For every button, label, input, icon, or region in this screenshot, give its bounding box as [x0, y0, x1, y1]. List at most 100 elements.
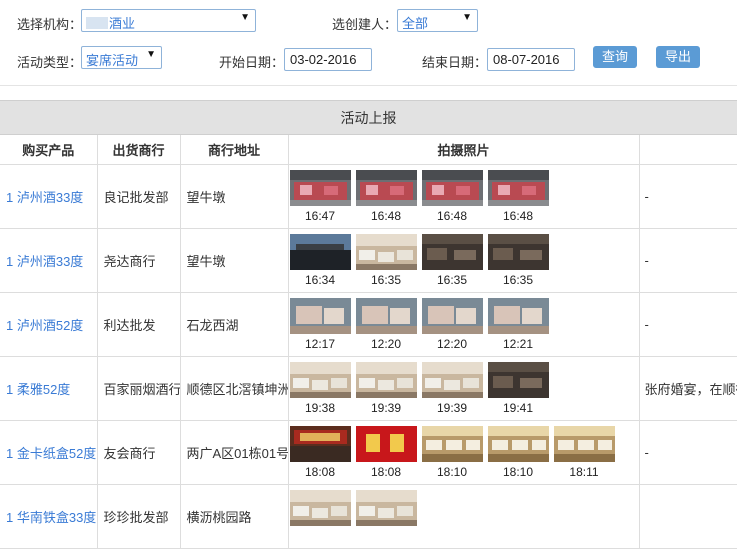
photo-thumbnail[interactable]: 19:38 — [289, 361, 351, 415]
photo-time: 18:08 — [304, 464, 336, 479]
org-label: 选择机构： — [17, 17, 83, 32]
col-header-dealer: 出货商行 — [97, 135, 181, 165]
photo-time: 18:10 — [436, 464, 468, 479]
activity-report-panel: 活动上报 购买产品 出货商行 商行地址 拍摄照片 1 泸州酒33度 良记批发部 望牛… — [0, 100, 737, 549]
filter-bar: 选择机构： 酒业 ▼ 选创建人： 全部 ▼ 活动类型： 宴席活动 ▼ 开始日期：… — [0, 0, 737, 86]
photo-thumbnail[interactable] — [289, 489, 351, 529]
table-row: 1 泸州酒52度 利达批发 石龙西湖 12:17 12:20 12:20 12:21 - — [0, 292, 737, 357]
photo-thumbnail[interactable] — [355, 489, 417, 529]
redacted-mask — [86, 17, 108, 29]
photo-thumbnail[interactable]: 16:48 — [355, 169, 417, 223]
photos-cell: 18:08 18:08 18:10 18:10 18:11 — [288, 420, 640, 485]
photo-thumbnail[interactable]: 19:41 — [487, 361, 549, 415]
org-select[interactable]: 酒业 ▼ — [81, 9, 256, 32]
product-link[interactable]: 1 泸州酒33度 — [0, 228, 98, 293]
activity-table: 购买产品 出货商行 商行地址 拍摄照片 1 泸州酒33度 良记批发部 望牛墩 16:4… — [0, 135, 737, 549]
panel-title: 活动上报 — [0, 101, 737, 135]
photo-thumbnail[interactable]: 12:17 — [289, 297, 351, 351]
table-row: 1 华南铁盒33度 珍珍批发部 横沥桃园路 — [0, 484, 737, 549]
photo-image — [289, 489, 351, 526]
product-link[interactable]: 1 泸州酒52度 — [0, 292, 98, 357]
note-cell: - — [639, 420, 737, 485]
note-cell: 张府婚宴，在顺德 — [639, 356, 737, 421]
product-link[interactable]: 1 泸州酒33度 — [0, 164, 98, 229]
photo-image — [355, 169, 417, 206]
query-button[interactable]: 查询 — [593, 46, 637, 68]
photo-time: 16:48 — [502, 208, 534, 223]
photo-image — [421, 361, 483, 398]
chevron-down-icon: ▼ — [146, 49, 156, 60]
table-row: 1 泸州酒33度 良记批发部 望牛墩 16:47 16:48 16:48 16:48 - — [0, 164, 737, 229]
creator-select[interactable]: 全部 ▼ — [397, 9, 478, 32]
note-cell: - — [639, 164, 737, 229]
photo-time: 16:48 — [370, 208, 402, 223]
photos-cell: 19:38 19:39 19:39 19:41 — [288, 356, 640, 421]
photo-image — [553, 425, 615, 462]
photo-image — [355, 489, 417, 526]
photo-thumbnail[interactable]: 18:08 — [355, 425, 417, 479]
photos-cell: 16:47 16:48 16:48 16:48 — [288, 164, 640, 229]
photo-image — [487, 169, 549, 206]
photo-time: 12:20 — [370, 336, 402, 351]
photo-thumbnail[interactable]: 18:10 — [421, 425, 483, 479]
photo-time: 18:11 — [569, 464, 599, 479]
photo-time: 16:48 — [436, 208, 468, 223]
photo-thumbnail[interactable]: 12:20 — [355, 297, 417, 351]
note-cell — [639, 484, 737, 549]
photo-thumbnail[interactable]: 12:20 — [421, 297, 483, 351]
creator-label: 选创建人： — [332, 17, 398, 32]
photo-image — [487, 425, 549, 462]
photo-thumbnail[interactable]: 19:39 — [421, 361, 483, 415]
dealer-cell: 利达批发 — [97, 292, 181, 357]
note-cell: - — [639, 228, 737, 293]
table-row: 1 柔雅52度 百家丽烟酒行 顺德区北滘镇坤洲 19:38 19:39 19:39 19:4… — [0, 356, 737, 421]
type-select[interactable]: 宴席活动 ▼ — [81, 46, 162, 69]
product-link[interactable]: 1 金卡纸盒52度 — [0, 420, 98, 485]
photo-thumbnail[interactable]: 16:47 — [289, 169, 351, 223]
export-button[interactable]: 导出 — [656, 46, 700, 68]
photo-time: 12:21 — [502, 336, 534, 351]
photo-image — [289, 297, 351, 334]
photo-image — [487, 233, 549, 270]
photo-thumbnail[interactable]: 16:35 — [355, 233, 417, 287]
photo-image — [421, 297, 483, 334]
photo-thumbnail[interactable]: 19:39 — [355, 361, 417, 415]
photo-time: 19:41 — [502, 400, 534, 415]
start-date-input[interactable]: 03-02-2016 — [284, 48, 372, 71]
photo-time: 18:08 — [370, 464, 402, 479]
table-header-row: 购买产品 出货商行 商行地址 拍摄照片 — [0, 135, 737, 165]
photo-thumbnail[interactable]: 12:21 — [487, 297, 549, 351]
photo-time: 12:20 — [436, 336, 468, 351]
photo-image — [289, 169, 351, 206]
photo-time: 16:35 — [370, 272, 402, 287]
photo-time: 18:10 — [502, 464, 534, 479]
product-link[interactable]: 1 华南铁盒33度 — [0, 484, 98, 549]
photos-cell: 12:17 12:20 12:20 12:21 — [288, 292, 640, 357]
col-header-product: 购买产品 — [0, 135, 98, 165]
photo-time: 16:34 — [304, 272, 336, 287]
photo-image — [289, 233, 351, 270]
photo-thumbnail[interactable]: 16:35 — [487, 233, 549, 287]
photo-thumbnail[interactable]: 16:48 — [487, 169, 549, 223]
photo-thumbnail[interactable]: 16:48 — [421, 169, 483, 223]
org-select-value: 酒业 — [109, 16, 136, 31]
photo-time: 19:39 — [436, 400, 468, 415]
photo-time: 16:47 — [304, 208, 336, 223]
photo-image — [289, 425, 351, 462]
photo-thumbnail[interactable]: 18:08 — [289, 425, 351, 479]
photo-thumbnail[interactable]: 18:10 — [487, 425, 549, 479]
end-date-input[interactable]: 08-07-2016 — [487, 48, 575, 71]
photos-cell — [288, 484, 640, 549]
table-row: 1 泸州酒33度 尧达商行 望牛墩 16:34 16:35 16:35 16:35 - — [0, 228, 737, 293]
photo-thumbnail[interactable]: 16:34 — [289, 233, 351, 287]
photo-image — [355, 233, 417, 270]
photo-image — [421, 233, 483, 270]
photo-image — [421, 425, 483, 462]
product-link[interactable]: 1 柔雅52度 — [0, 356, 98, 421]
type-select-value: 宴席活动 — [86, 53, 139, 68]
photo-thumbnail[interactable]: 16:35 — [421, 233, 483, 287]
photo-image — [355, 425, 417, 462]
photo-thumbnail[interactable]: 18:11 — [553, 425, 615, 479]
photo-image — [487, 361, 549, 398]
dealer-cell: 珍珍批发部 — [97, 484, 181, 549]
